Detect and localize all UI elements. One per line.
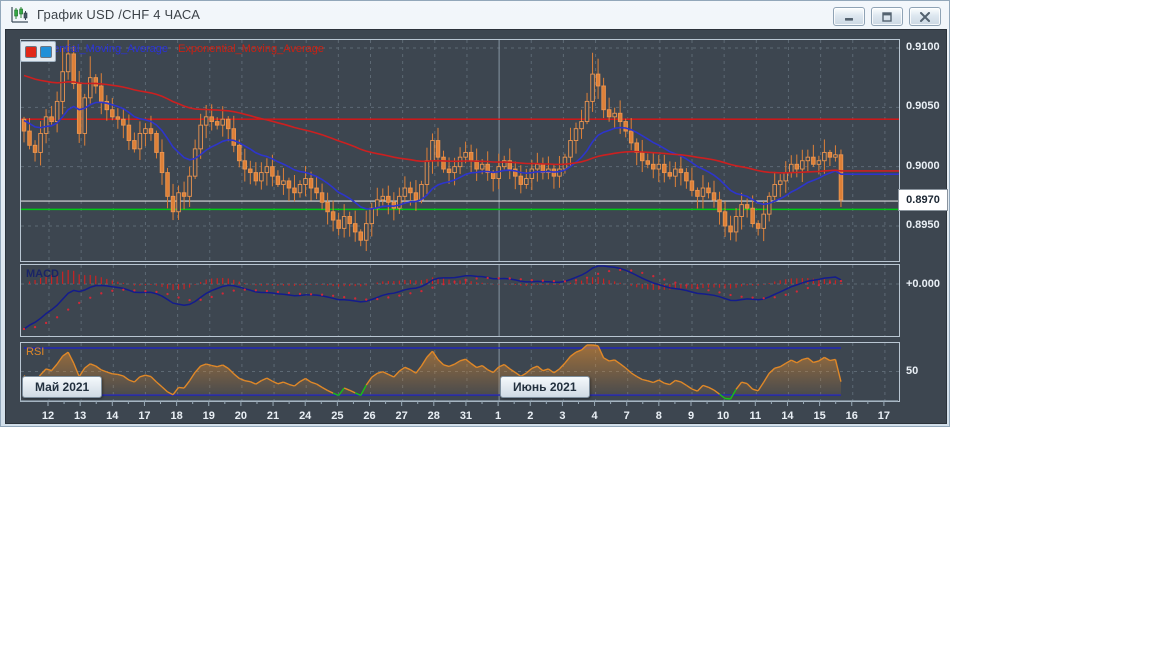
price-tick-label: 0.9000 — [906, 159, 940, 172]
svg-text:MACD: MACD — [26, 268, 59, 280]
price-tick-label: 0.9100 — [906, 40, 940, 53]
price-tick-label: 0.8950 — [906, 218, 940, 231]
desktop: График USD /CHF 4 ЧАСА MACD RSI 12 13 14… — [0, 0, 1152, 648]
close-icon — [920, 11, 930, 22]
date-tick-label: 28 — [428, 410, 440, 422]
close-button[interactable] — [909, 7, 941, 26]
red-swatch-icon[interactable] — [24, 45, 37, 58]
date-tick-label: 14 — [106, 410, 119, 422]
current-price-badge: 0.8970 — [898, 189, 948, 211]
window-title: График USD /CHF 4 ЧАСА — [37, 7, 201, 22]
chart-window: График USD /CHF 4 ЧАСА MACD RSI 12 13 14… — [0, 0, 950, 427]
window-titlebar[interactable]: График USD /CHF 4 ЧАСА — [1, 1, 949, 28]
macd-panel-canvas[interactable]: MACD — [20, 264, 900, 337]
price-tick-label: 0.9050 — [906, 100, 940, 113]
date-tick-label: 17 — [138, 410, 150, 422]
date-tick-label: 12 — [42, 410, 54, 422]
date-tick-label: 10 — [717, 410, 729, 422]
date-tick-label: 11 — [749, 410, 761, 422]
maximize-button[interactable] — [871, 7, 903, 26]
minimize-button[interactable] — [833, 7, 865, 26]
date-tick-label: 25 — [331, 410, 343, 422]
date-tick-label: 24 — [299, 410, 312, 422]
date-tick-label: 20 — [235, 410, 247, 422]
rsi-panel-canvas[interactable]: RSI — [20, 342, 900, 402]
date-tick-label: 17 — [878, 410, 890, 422]
date-tick-label: 7 — [624, 410, 630, 422]
date-tick-label: 13 — [74, 410, 86, 422]
month-label-june[interactable]: Июнь 2021 — [500, 376, 590, 398]
month-label-may[interactable]: Май 2021 — [22, 376, 103, 398]
date-tick-label: 31 — [460, 410, 472, 422]
date-tick-label: 9 — [688, 410, 694, 422]
svg-text:RSI: RSI — [26, 346, 44, 358]
date-tick-label: 19 — [203, 410, 215, 422]
window-controls — [833, 7, 941, 26]
date-tick-label: 16 — [846, 410, 858, 422]
date-tick-label: 18 — [170, 410, 182, 422]
price-chart-canvas[interactable] — [20, 39, 900, 262]
date-tick-label: 26 — [363, 410, 375, 422]
date-tick-label: 1 — [495, 410, 501, 422]
date-tick-label: 21 — [267, 410, 279, 422]
candlestick-chart-icon — [11, 6, 28, 23]
date-tick-label: 27 — [396, 410, 408, 422]
indicator-legend: Exponential_Moving_Average Exponential_M… — [20, 41, 324, 62]
date-tick-label: 2 — [527, 410, 533, 422]
indicator-swatches[interactable] — [20, 41, 56, 62]
legend-ema-slow: Exponential_Moving_Average — [178, 43, 324, 55]
rsi-mid-label: 50 — [906, 365, 919, 377]
blue-swatch-icon[interactable] — [39, 45, 52, 58]
date-tick-label: 15 — [813, 410, 825, 422]
date-axis: 12 13 14 17 18 19 20 21 24 25 26 27 28 31 1 2 3 4 7 8 9 10 11 1… — [20, 400, 898, 422]
date-tick-label: 14 — [781, 410, 794, 422]
date-tick-label: 3 — [559, 410, 565, 422]
minimize-icon — [845, 17, 853, 21]
date-tick-label: 4 — [591, 410, 598, 422]
macd-zero-label: +0.000 — [906, 278, 940, 290]
date-tick-label: 8 — [656, 410, 662, 422]
chart-content: MACD RSI 12 13 14 17 18 19 20 21 24 25 26 27 28 31 1 2 3… — [5, 29, 948, 424]
maximize-icon — [882, 11, 892, 22]
